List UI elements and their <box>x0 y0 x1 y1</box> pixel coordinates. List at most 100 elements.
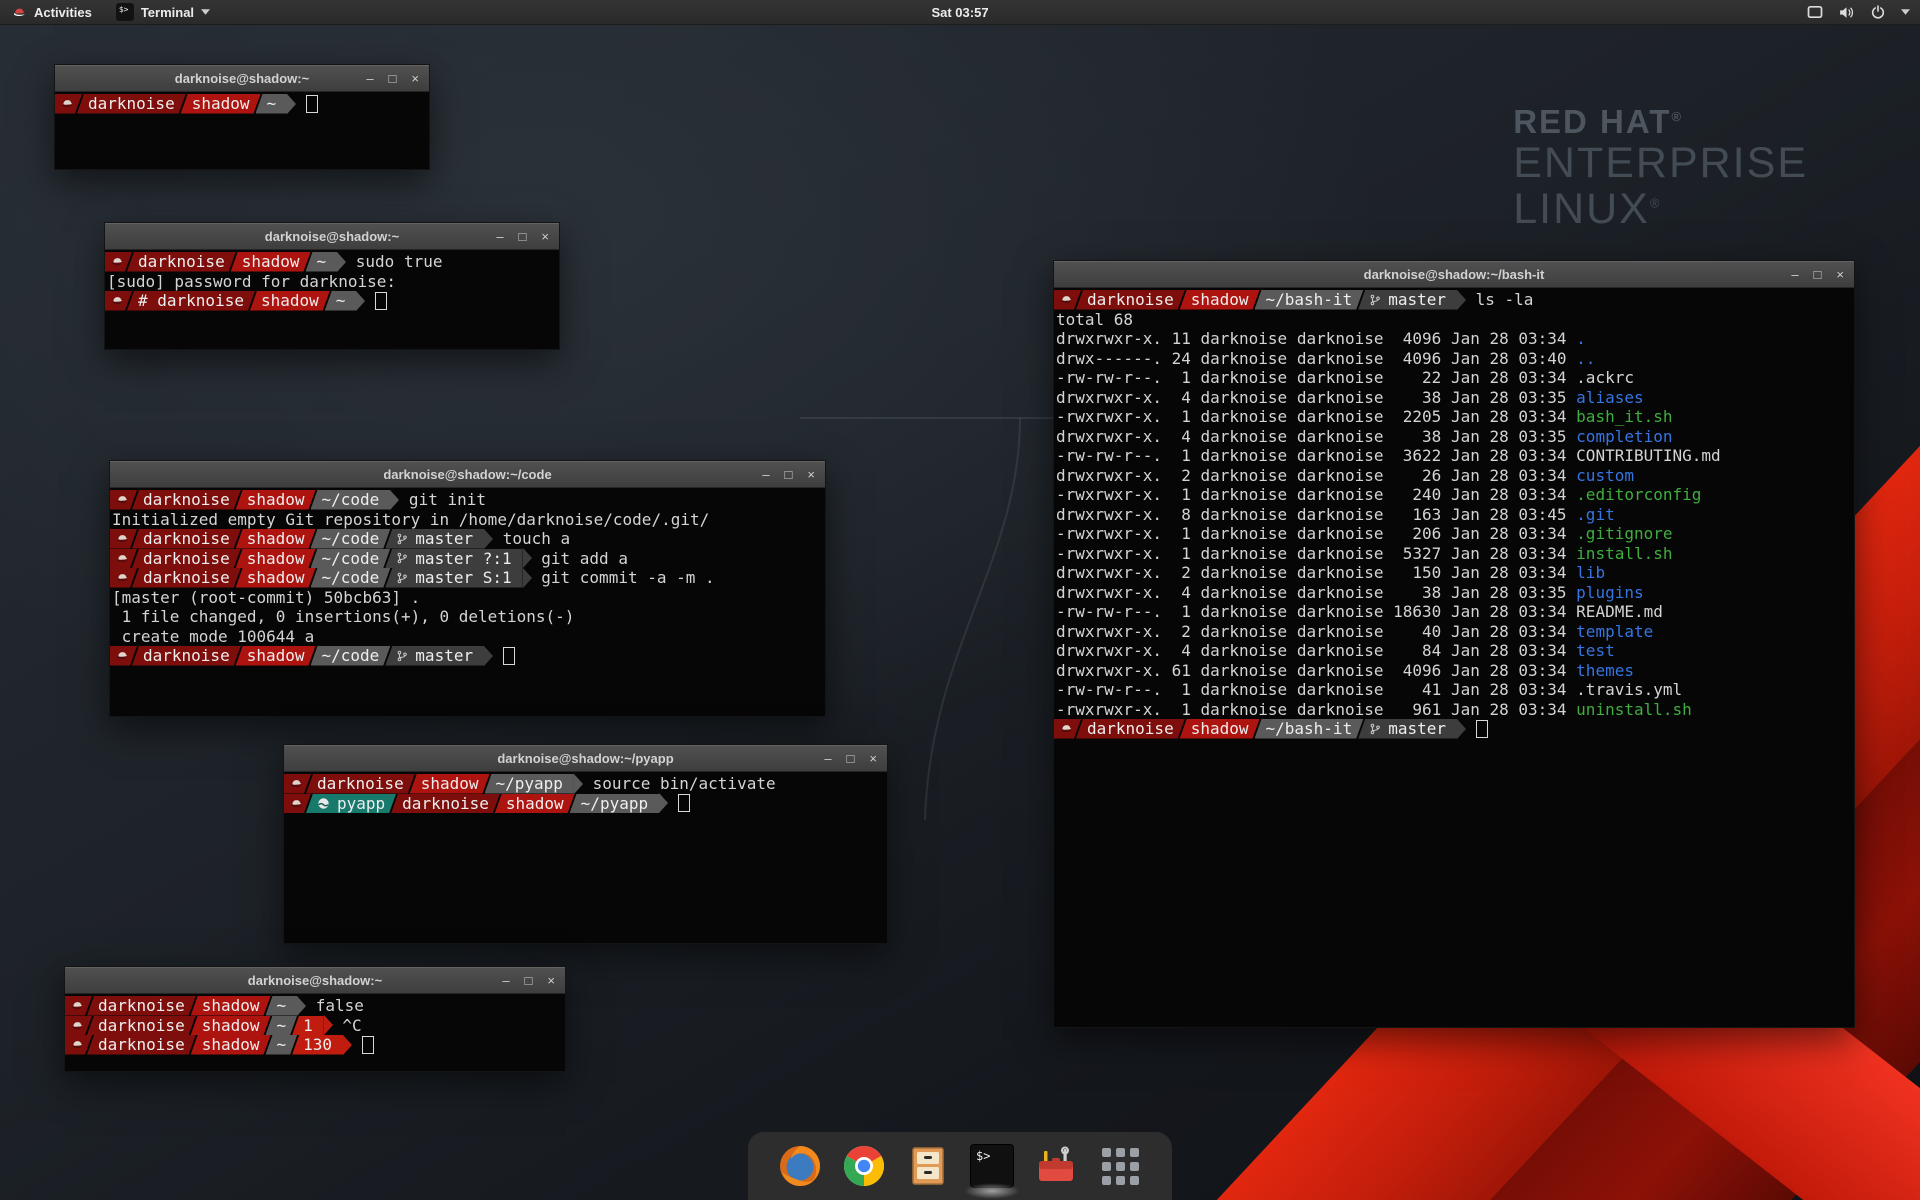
prompt-segment <box>65 1016 92 1036</box>
redhat-icon <box>116 493 129 506</box>
output-line: 1 file changed, 0 insertions(+), 0 delet… <box>110 607 825 627</box>
command-text: sudo true <box>346 252 442 272</box>
maximize-button[interactable]: □ <box>847 752 855 765</box>
prompt-segment: shadow <box>191 1035 271 1055</box>
minimize-button[interactable]: – <box>1791 268 1798 281</box>
dock-firefox-icon[interactable] <box>778 1144 822 1188</box>
file-name: CONTRIBUTING.md <box>1576 446 1721 466</box>
terminal-body[interactable]: darknoiseshadow~ falsedarknoiseshadow~1 … <box>65 994 565 1071</box>
file-name: uninstall.sh <box>1576 700 1692 720</box>
terminal-body[interactable]: darknoiseshadow~/pyapp source bin/activa… <box>284 772 887 943</box>
close-button[interactable]: × <box>411 72 419 85</box>
maximize-button[interactable]: □ <box>519 230 527 243</box>
system-status-area[interactable] <box>1807 0 1910 24</box>
file-list-row: -rwxrwxr-x. 1 darknoise darknoise 5327 J… <box>1054 544 1854 564</box>
volume-icon[interactable] <box>1838 4 1855 21</box>
prompt-line: darknoiseshadow~/codemaster touch a <box>110 529 825 549</box>
powerline-arrow-icon <box>659 793 668 813</box>
maximize-button[interactable]: □ <box>389 72 397 85</box>
chevron-down-icon[interactable] <box>1901 9 1910 15</box>
minimize-button[interactable]: – <box>762 468 769 481</box>
file-list-row: -rw-rw-r--. 1 darknoise darknoise 3622 J… <box>1054 446 1854 466</box>
close-button[interactable]: × <box>869 752 877 765</box>
prompt-segment <box>284 794 311 814</box>
terminal-window[interactable]: darknoise@shadow:~/pyapp – □ × darknoise… <box>283 744 888 944</box>
file-list-row: drwxrwxr-x. 61 darknoise darknoise 4096 … <box>1054 661 1854 681</box>
redhat-icon <box>116 649 129 662</box>
prompt-line: darknoiseshadow~ false <box>65 996 565 1016</box>
prompt-segment: shadow <box>410 774 490 794</box>
redhat-icon <box>290 797 303 810</box>
prompt-segment: shadow <box>1180 290 1260 310</box>
dock-appgrid-icon[interactable] <box>1098 1144 1142 1188</box>
file-name: lib <box>1576 563 1605 583</box>
prompt-segment: master S:1 <box>385 568 522 588</box>
terminal-body[interactable]: darknoiseshadow~ sudo true[sudo] passwor… <box>105 250 559 349</box>
terminal-body[interactable]: darknoiseshadow~/code git initInitialize… <box>110 488 825 716</box>
display-icon[interactable] <box>1807 4 1823 20</box>
app-grid-icon <box>1102 1148 1139 1185</box>
prompt-segment: shadow <box>181 94 261 114</box>
prompt-segment <box>110 490 137 510</box>
prompt-segment: ~ <box>266 996 298 1016</box>
window-titlebar[interactable]: darknoise@shadow:~/pyapp – □ × <box>284 745 887 772</box>
file-name: template <box>1576 622 1653 642</box>
close-button[interactable]: × <box>1836 268 1844 281</box>
minimize-button[interactable]: – <box>824 752 831 765</box>
activities-button[interactable]: Activities <box>0 0 104 24</box>
command-text: git add a <box>532 549 628 569</box>
terminal-body[interactable]: darknoiseshadow~ <box>55 92 429 169</box>
prompt-segment: 1 <box>292 1016 324 1036</box>
maximize-button[interactable]: □ <box>1814 268 1822 281</box>
minimize-button[interactable]: – <box>366 72 373 85</box>
file-list-row: -rwxrwxr-x. 1 darknoise darknoise 2205 J… <box>1054 407 1854 427</box>
prompt-segment: master <box>385 646 484 666</box>
prompt-segment <box>110 549 137 569</box>
command-text: false <box>306 996 364 1016</box>
window-titlebar[interactable]: darknoise@shadow:~/code – □ × <box>110 461 825 488</box>
close-button[interactable]: × <box>807 468 815 481</box>
prompt-line: darknoiseshadow~1 ^C <box>65 1016 565 1036</box>
output-line: [sudo] password for darknoise: <box>105 272 559 292</box>
close-button[interactable]: × <box>547 974 555 987</box>
file-list-row: drwxrwxr-x. 2 darknoise darknoise 150 Ja… <box>1054 563 1854 583</box>
prompt-line: pyappdarknoiseshadow~/pyapp <box>284 794 887 814</box>
file-list-row: -rw-rw-r--. 1 darknoise darknoise 22 Jan… <box>1054 368 1854 388</box>
file-name: install.sh <box>1576 544 1672 564</box>
maximize-button[interactable]: □ <box>785 468 793 481</box>
terminal-window[interactable]: darknoise@shadow:~ – □ × darknoiseshadow… <box>104 222 560 350</box>
terminal-body[interactable]: darknoiseshadow~/bash-itmaster ls -latot… <box>1054 288 1854 1027</box>
terminal-window[interactable]: darknoise@shadow:~/bash-it – □ × darknoi… <box>1053 260 1855 1028</box>
file-name: .git <box>1576 505 1615 525</box>
file-name: bash_it.sh <box>1576 407 1672 427</box>
clock[interactable]: Sat 03:57 <box>0 5 1920 20</box>
app-menu-terminal[interactable]: $> Terminal <box>104 0 222 24</box>
maximize-button[interactable]: □ <box>525 974 533 987</box>
window-titlebar[interactable]: darknoise@shadow:~ – □ × <box>65 967 565 994</box>
desktop[interactable]: RED HAT® ENTERPRISE LINUX® Activities $>… <box>0 0 1920 1200</box>
terminal-window[interactable]: darknoise@shadow:~ – □ × darknoiseshadow… <box>64 966 566 1072</box>
window-titlebar[interactable]: darknoise@shadow:~ – □ × <box>105 223 559 250</box>
window-titlebar[interactable]: darknoise@shadow:~ – □ × <box>55 65 429 92</box>
terminal-window[interactable]: darknoise@shadow:~ – □ × darknoiseshadow… <box>54 64 430 170</box>
dock-files-icon[interactable] <box>906 1144 950 1188</box>
prompt-line: darknoiseshadow~/bash-itmaster <box>1054 719 1854 739</box>
file-list-row: drwxrwxr-x. 4 darknoise darknoise 38 Jan… <box>1054 427 1854 447</box>
dock-toolbox-icon[interactable] <box>1034 1144 1078 1188</box>
minimize-button[interactable]: – <box>502 974 509 987</box>
prompt-segment: shadow <box>250 291 330 311</box>
terminal-window[interactable]: darknoise@shadow:~/code – □ × darknoises… <box>109 460 826 717</box>
close-button[interactable]: × <box>541 230 549 243</box>
branch-icon <box>396 572 408 584</box>
power-icon[interactable] <box>1870 4 1886 20</box>
file-name: completion <box>1576 427 1672 447</box>
command-text: git commit -a -m . <box>532 568 715 588</box>
window-titlebar[interactable]: darknoise@shadow:~/bash-it – □ × <box>1054 261 1854 288</box>
dock-terminal-icon[interactable]: $> <box>970 1144 1014 1188</box>
minimize-button[interactable]: – <box>496 230 503 243</box>
powerline-arrow-icon <box>1457 719 1466 739</box>
prompt-segment <box>1054 719 1081 739</box>
file-name: .editorconfig <box>1576 485 1701 505</box>
dock-chrome-icon[interactable] <box>842 1144 886 1188</box>
app-menu-label: Terminal <box>141 5 194 20</box>
